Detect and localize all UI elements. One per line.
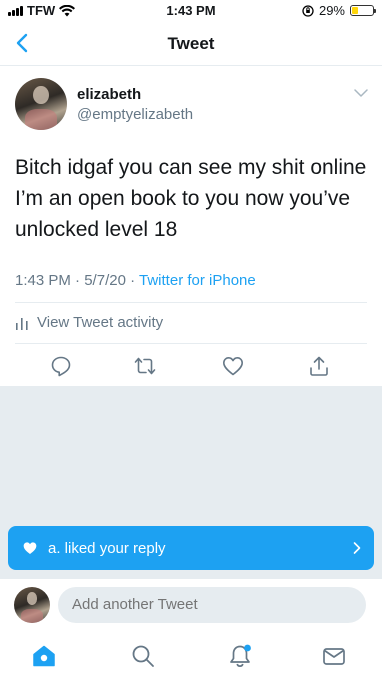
- tweet-source-link[interactable]: Twitter for iPhone: [139, 272, 256, 289]
- tweet-meta: 1:43 PM · 5/7/20 · Twitter for iPhone: [15, 272, 256, 289]
- tab-bar: [0, 630, 382, 680]
- reply-bar: [0, 578, 382, 630]
- heart-icon: [23, 542, 37, 554]
- battery-icon: [350, 5, 376, 16]
- reply-input[interactable]: [58, 587, 366, 623]
- page-title: Tweet: [167, 34, 215, 53]
- toast-text: a. liked your reply: [48, 539, 166, 557]
- status-bar: TFW 1:43 PM 29%: [0, 0, 382, 22]
- avatar[interactable]: [15, 78, 67, 130]
- display-name[interactable]: elizabeth: [77, 86, 141, 103]
- bar-chart-icon: [16, 317, 28, 330]
- caret-down-icon[interactable]: [354, 88, 368, 98]
- header: Tweet: [0, 22, 382, 66]
- divider: [15, 343, 367, 344]
- search-icon[interactable]: [130, 643, 156, 669]
- chevron-right-icon: [353, 542, 361, 554]
- avatar: [14, 587, 50, 623]
- home-icon[interactable]: [31, 643, 57, 669]
- tweet-time: 1:43 PM: [15, 272, 71, 289]
- notification-badge: [244, 644, 251, 652]
- share-icon[interactable]: [307, 354, 331, 378]
- status-right: 29%: [302, 3, 376, 18]
- notification-toast[interactable]: a. liked your reply: [8, 526, 374, 570]
- view-activity-label: View Tweet activity: [37, 314, 164, 331]
- tweet-actions: [0, 352, 382, 382]
- messages-icon[interactable]: [321, 643, 347, 669]
- meta-separator: ·: [75, 272, 81, 289]
- view-activity-link[interactable]: View Tweet activity: [15, 314, 163, 331]
- user-handle[interactable]: @emptyelizabeth: [77, 106, 193, 123]
- divider: [15, 302, 367, 303]
- reply-icon[interactable]: [49, 354, 73, 378]
- orientation-lock-icon: [302, 4, 314, 17]
- like-icon[interactable]: [221, 354, 245, 378]
- meta-separator: ·: [130, 272, 136, 289]
- notifications-icon[interactable]: [227, 643, 253, 669]
- retweet-icon[interactable]: [133, 354, 157, 378]
- tweet-date: 5/7/20: [84, 272, 126, 289]
- battery-fill: [352, 7, 358, 14]
- tweet-text: Bitch idgaf you can see my shit online I…: [15, 156, 367, 241]
- battery-percent: 29%: [318, 3, 345, 18]
